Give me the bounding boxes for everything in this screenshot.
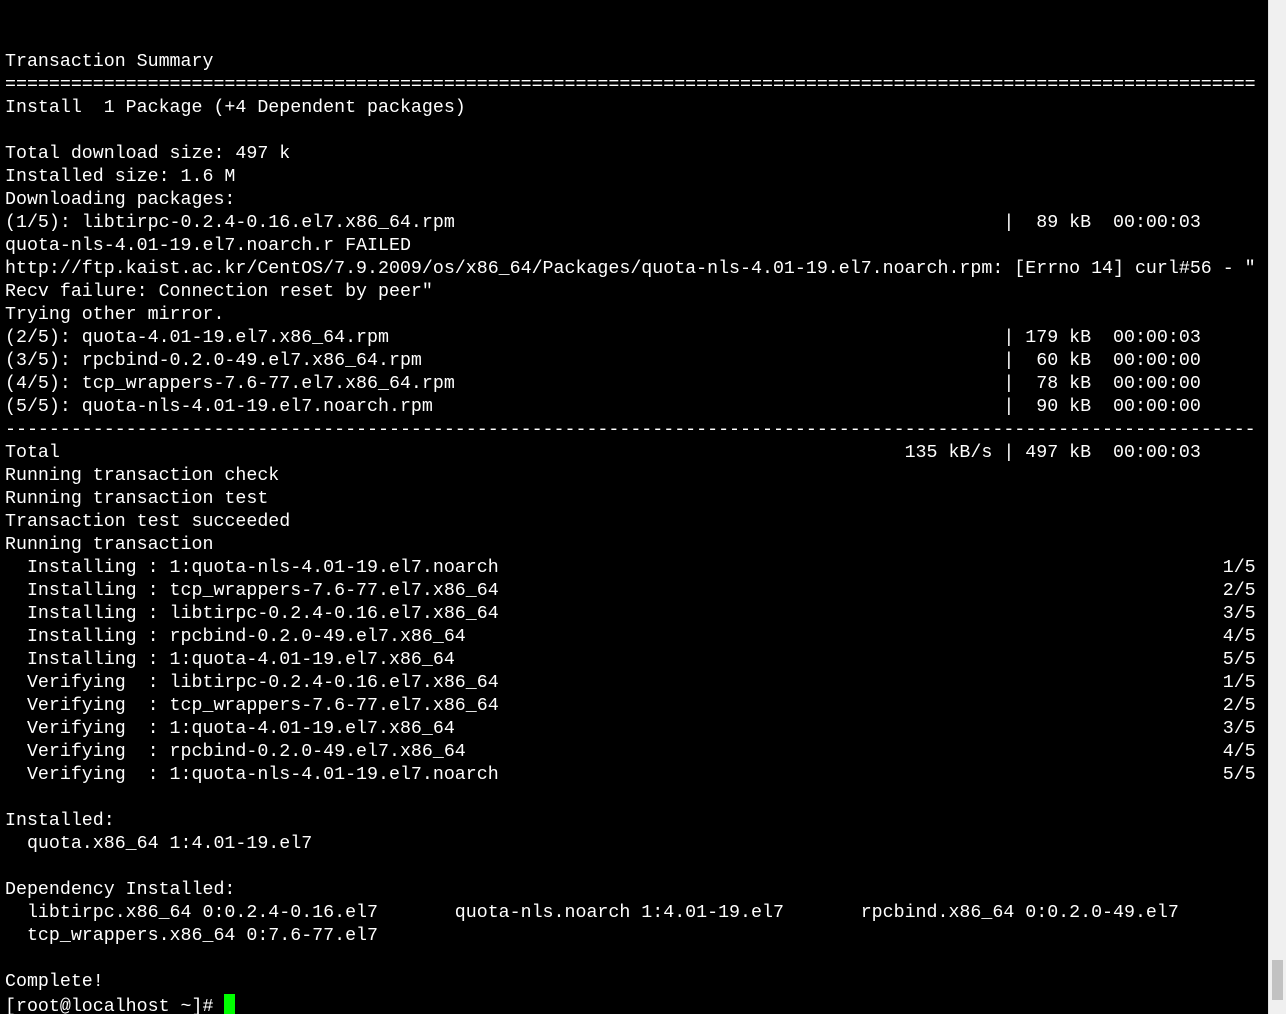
terminal-line: Running transaction check	[5, 466, 280, 486]
terminal-line: ----------------------------------------…	[5, 420, 1256, 440]
terminal-prompt-line[interactable]: [root@localhost ~]#	[5, 994, 1256, 1014]
terminal-line: Verifying : tcp_wrappers-7.6-77.el7.x86_…	[5, 696, 1256, 716]
scrollbar-thumb[interactable]	[1272, 960, 1283, 1000]
terminal-line: Install 1 Package (+4 Dependent packages…	[5, 98, 466, 118]
terminal-line: Downloading packages:	[5, 190, 236, 210]
terminal-line: ========================================…	[5, 75, 1256, 95]
cursor	[224, 994, 236, 1014]
terminal-line: Recv failure: Connection reset by peer"	[5, 282, 433, 302]
terminal-line: Verifying : 1:quota-4.01-19.el7.x86_64 3…	[5, 719, 1256, 739]
terminal-line: libtirpc.x86_64 0:0.2.4-0.16.el7 quota-n…	[5, 903, 1179, 923]
terminal-line: http://ftp.kaist.ac.kr/CentOS/7.9.2009/o…	[5, 259, 1256, 279]
vertical-scrollbar[interactable]	[1268, 0, 1286, 1014]
terminal-line: (5/5): quota-nls-4.01-19.el7.noarch.rpm …	[5, 397, 1201, 417]
terminal-line: Complete!	[5, 972, 104, 992]
terminal-output: Transaction Summary ====================…	[5, 28, 1256, 1014]
terminal-line: Transaction test succeeded	[5, 512, 291, 532]
terminal-line: Transaction Summary	[5, 52, 214, 72]
terminal-line: (4/5): tcp_wrappers-7.6-77.el7.x86_64.rp…	[5, 374, 1201, 394]
terminal-line: Total 135 kB/s | 497 kB 00:00:03	[5, 443, 1201, 463]
terminal-line: quota-nls-4.01-19.el7.noarch.r FAILED	[5, 236, 411, 256]
terminal-line: Trying other mirror.	[5, 305, 225, 325]
terminal-line: Installing : rpcbind-0.2.0-49.el7.x86_64…	[5, 627, 1256, 647]
terminal-line: Installed:	[5, 811, 115, 831]
terminal-line: Running transaction test	[5, 489, 269, 509]
terminal-line: (1/5): libtirpc-0.2.4-0.16.el7.x86_64.rp…	[5, 213, 1201, 233]
terminal-line: Verifying : libtirpc-0.2.4-0.16.el7.x86_…	[5, 673, 1256, 693]
terminal-line: (2/5): quota-4.01-19.el7.x86_64.rpm | 17…	[5, 328, 1201, 348]
terminal-line: Installed size: 1.6 M	[5, 167, 236, 187]
terminal-line: Installing : tcp_wrappers-7.6-77.el7.x86…	[5, 581, 1256, 601]
terminal-line: Installing : libtirpc-0.2.4-0.16.el7.x86…	[5, 604, 1256, 624]
terminal-line: Total download size: 497 k	[5, 144, 291, 164]
terminal-line: (3/5): rpcbind-0.2.0-49.el7.x86_64.rpm |…	[5, 351, 1201, 371]
terminal-line: Verifying : rpcbind-0.2.0-49.el7.x86_64 …	[5, 742, 1256, 762]
terminal-line: Running transaction	[5, 535, 214, 555]
terminal-line: Installing : 1:quota-nls-4.01-19.el7.noa…	[5, 558, 1256, 578]
terminal-window[interactable]: Transaction Summary ====================…	[0, 0, 1268, 1014]
shell-prompt: [root@localhost ~]#	[5, 997, 225, 1014]
terminal-line: Installing : 1:quota-4.01-19.el7.x86_64 …	[5, 650, 1256, 670]
terminal-line: quota.x86_64 1:4.01-19.el7	[5, 834, 313, 854]
terminal-line: tcp_wrappers.x86_64 0:7.6-77.el7	[5, 926, 378, 946]
terminal-line: Dependency Installed:	[5, 880, 236, 900]
terminal-line: Verifying : 1:quota-nls-4.01-19.el7.noar…	[5, 765, 1256, 785]
